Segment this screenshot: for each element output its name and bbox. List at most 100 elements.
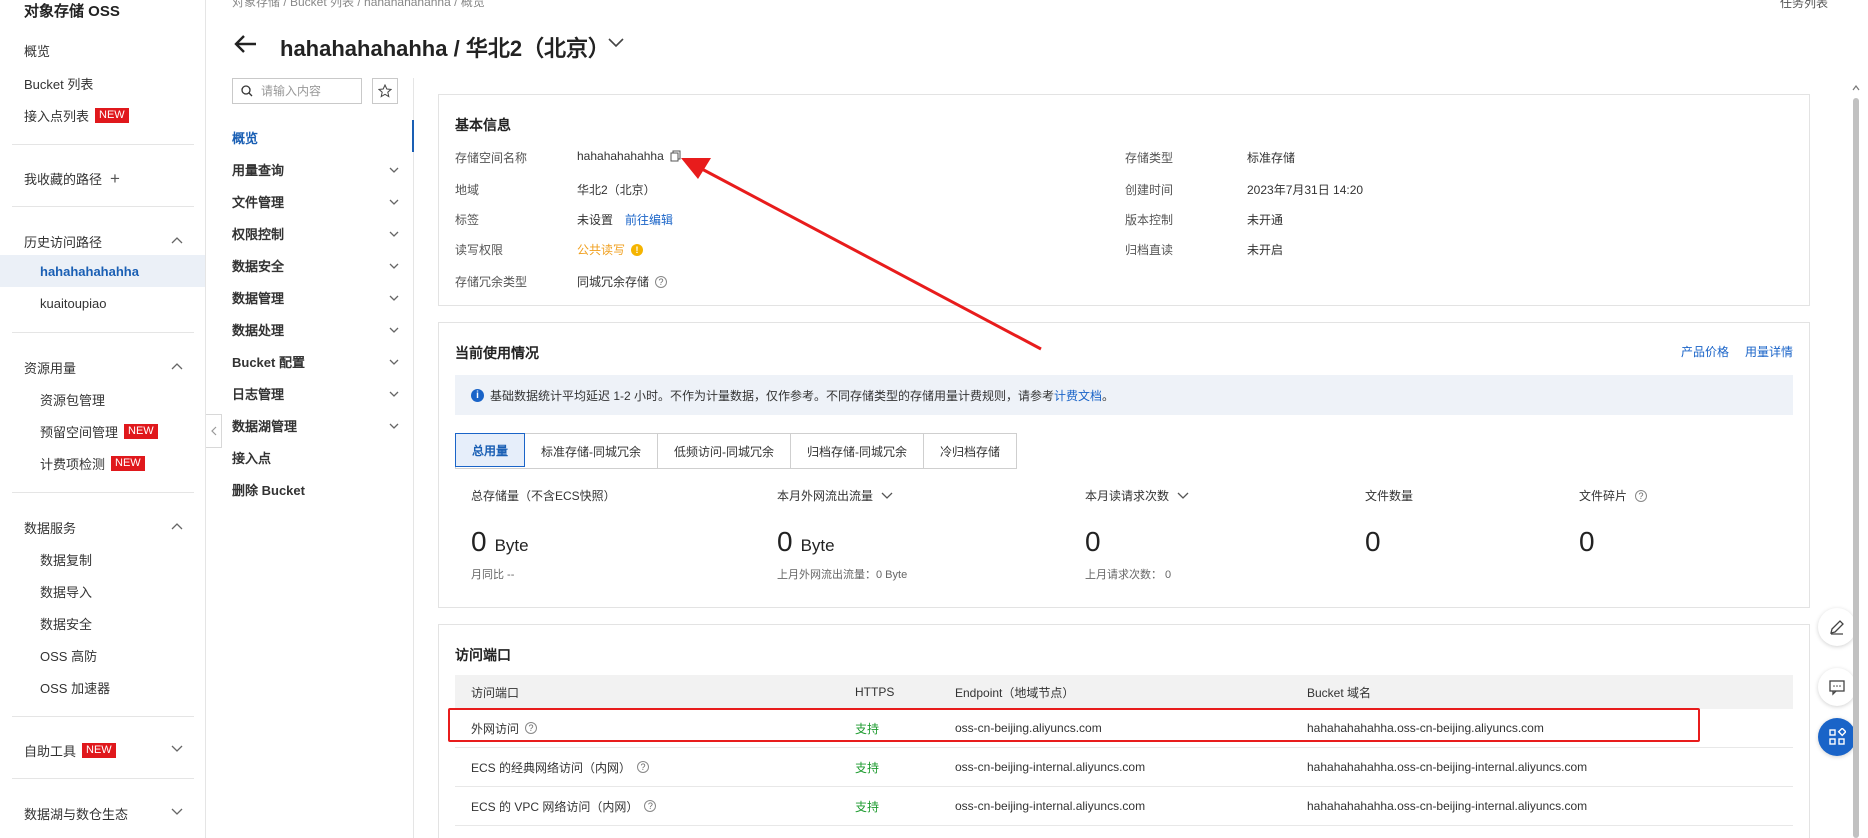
billing-doc-link[interactable]: 计费文档 [1054,387,1102,404]
search-input[interactable] [261,84,353,98]
tab-total[interactable]: 总用量 [455,433,526,467]
created-label: 创建时间 [1125,183,1174,197]
sidebar-title: 对象存储 OSS [24,3,120,20]
sidebar-group-resource[interactable]: 资源用量 [24,358,76,377]
sidebar-group-datalake[interactable]: 数据湖与数仓生态 [24,804,128,823]
sidebar-item-favorites[interactable]: 我收藏的路径 + [24,169,120,188]
usage-tabs: 总用量 标准存储-同城冗余 低频访问-同城冗余 归档存储-同城冗余 冷归档存储 [455,433,1018,469]
chevron-down-icon[interactable] [881,492,893,500]
scroll-up-icon[interactable] [1852,84,1860,92]
bucket-name-label: 存储空间名称 [455,151,528,165]
sidebar-item-oss-ddos[interactable]: OSS 高防 [40,646,97,665]
chevron-down-icon [388,390,400,398]
active-indicator [412,120,414,152]
feedback-float-button[interactable] [1818,668,1856,706]
plus-icon[interactable]: + [110,170,120,187]
subnav-item-datalake[interactable]: 数据湖管理 [232,416,400,435]
sidebar-item-history-kuaitoupiao[interactable]: kuaitoupiao [40,296,107,311]
scrollbar[interactable] [1852,78,1862,838]
subnav-search[interactable] [232,78,362,104]
subnav-item-access-points[interactable]: 接入点 [232,448,400,467]
tab-infrequent[interactable]: 低频访问-同城冗余 [658,434,792,468]
question-icon[interactable]: ? [1635,489,1648,502]
storage-class-value: 标准存储 [1247,151,1296,165]
stat-file-count: 文件数量 0 [1365,489,1414,557]
table-row: ECS 的 VPC 网络访问（内网）? 支持 oss-cn-beijing-in… [455,787,1793,826]
sidebar-item-access-points[interactable]: 接入点列表 NEW [24,106,129,125]
subnav-item-files[interactable]: 文件管理 [232,192,400,211]
chevron-down-icon[interactable] [171,808,183,816]
tags-label: 标签 [455,213,480,227]
subnav-item-usage[interactable]: 用量查询 [232,160,400,179]
chevron-down-icon[interactable] [171,745,183,753]
scroll-thumb[interactable] [1853,98,1859,838]
stat-read-requests: 本月读请求次数 0 上月请求次数： 0 [1085,487,1189,582]
sidebar-item-billing-check[interactable]: 计费项检测 NEW [40,454,145,473]
subnav-item-permissions[interactable]: 权限控制 [232,224,400,243]
subnav-item-data-management[interactable]: 数据管理 [232,288,400,307]
favorite-button[interactable] [372,78,398,104]
sidebar-item-oss-accelerator[interactable]: OSS 加速器 [40,678,110,697]
sidebar-item-data-replication[interactable]: 数据复制 [40,550,92,569]
sidebar-item-overview[interactable]: 概览 [24,41,50,60]
edit-tags-link[interactable]: 前往编辑 [625,211,673,228]
bucket-subnav: 概览 用量查询 文件管理 权限控制 数据安全 数据管理 数据处理 Bucket … [214,78,414,838]
usage-notice: i 基础数据统计平均延迟 1-2 小时。不作为计量数据，仅作参考。不同存储类型的… [455,375,1793,415]
question-icon[interactable]: ? [644,800,657,812]
question-icon[interactable]: ? [655,275,668,288]
new-badge: NEW [82,743,116,758]
tab-archive[interactable]: 归档存储-同城冗余 [791,434,925,468]
sidebar-group-data-services[interactable]: 数据服务 [24,518,76,537]
new-badge: NEW [95,108,129,123]
chevron-up-icon[interactable] [171,236,183,244]
subnav-item-delete-bucket[interactable]: 删除 Bucket [232,480,400,499]
subnav-item-logs[interactable]: 日志管理 [232,384,400,403]
task-list-link[interactable]: 任务列表 [1780,0,1828,11]
sidebar-item-bucket-list[interactable]: Bucket 列表 [24,74,93,93]
stat-total-storage: 总存储量（不含ECS快照） 0 Byte 月同比 -- [471,489,616,581]
main-sidebar: 对象存储 OSS 概览 Bucket 列表 接入点列表 NEW 我收藏的路径 + … [0,0,206,838]
question-icon[interactable]: ? [525,722,538,734]
usage-detail-link[interactable]: 用量详情 [1745,343,1793,360]
subnav-item-data-security[interactable]: 数据安全 [232,256,400,275]
sidebar-item-data-import[interactable]: 数据导入 [40,582,92,601]
apps-icon [1829,728,1846,745]
back-button[interactable] [232,30,260,58]
chevron-down-icon[interactable] [1177,492,1189,500]
region-label: 地域 [455,183,480,197]
chevron-down-icon [388,262,400,270]
chevron-up-icon[interactable] [171,362,183,370]
warning-icon[interactable]: ! [631,243,644,256]
subnav-item-data-processing[interactable]: 数据处理 [232,320,400,339]
subnav-item-bucket-config[interactable]: Bucket 配置 [232,352,400,371]
pricing-link[interactable]: 产品价格 [1681,343,1729,360]
tab-cold-archive[interactable]: 冷归档存储 [924,434,1017,468]
sidebar-item-reserved-capacity[interactable]: 预留空间管理 NEW [40,422,158,441]
chevron-up-icon[interactable] [171,522,183,530]
sidebar-group-self-tools[interactable]: 自助工具 NEW [24,741,116,760]
edit-float-button[interactable] [1818,608,1856,646]
star-icon [378,84,392,98]
sidebar-item-data-security[interactable]: 数据安全 [40,614,92,633]
apps-float-button[interactable] [1818,718,1856,756]
basic-info-card: 基本信息 存储空间名称 hahahahahahha 地域 华北2（北京） 标签 … [438,94,1810,306]
table-header: 访问端口 HTTPS Endpoint（地域节点） Bucket 域名 [455,675,1793,709]
chevron-down-icon [388,326,400,334]
versioning-value: 未开通 [1247,213,1284,227]
copy-icon[interactable] [670,150,681,162]
acl-value: 公共读写 ! [577,241,644,258]
chevron-down-icon [388,198,400,206]
question-icon[interactable]: ? [637,761,650,773]
table-row: ECS 的经典网络访问（内网）? 支持 oss-cn-beijing-inter… [455,748,1793,787]
tab-standard[interactable]: 标准存储-同城冗余 [525,434,659,468]
table-row: 外网访问? 支持 oss-cn-beijing.aliyuncs.com hah… [455,709,1793,748]
redundancy-label: 存储冗余类型 [455,275,528,289]
sidebar-group-history[interactable]: 历史访问路径 [24,232,182,251]
basic-info-title: 基本信息 [455,117,511,133]
chevron-down-icon[interactable] [608,38,624,48]
subnav-item-overview[interactable]: 概览 [232,128,400,147]
breadcrumb[interactable]: 对象存储 / Bucket 列表 / hahahahahahha / 概览 [232,0,485,10]
sidebar-item-resource-packages[interactable]: 资源包管理 [40,390,105,409]
edit-icon [1830,620,1844,635]
sidebar-item-history-bucket[interactable]: hahahahahahha [0,255,205,287]
